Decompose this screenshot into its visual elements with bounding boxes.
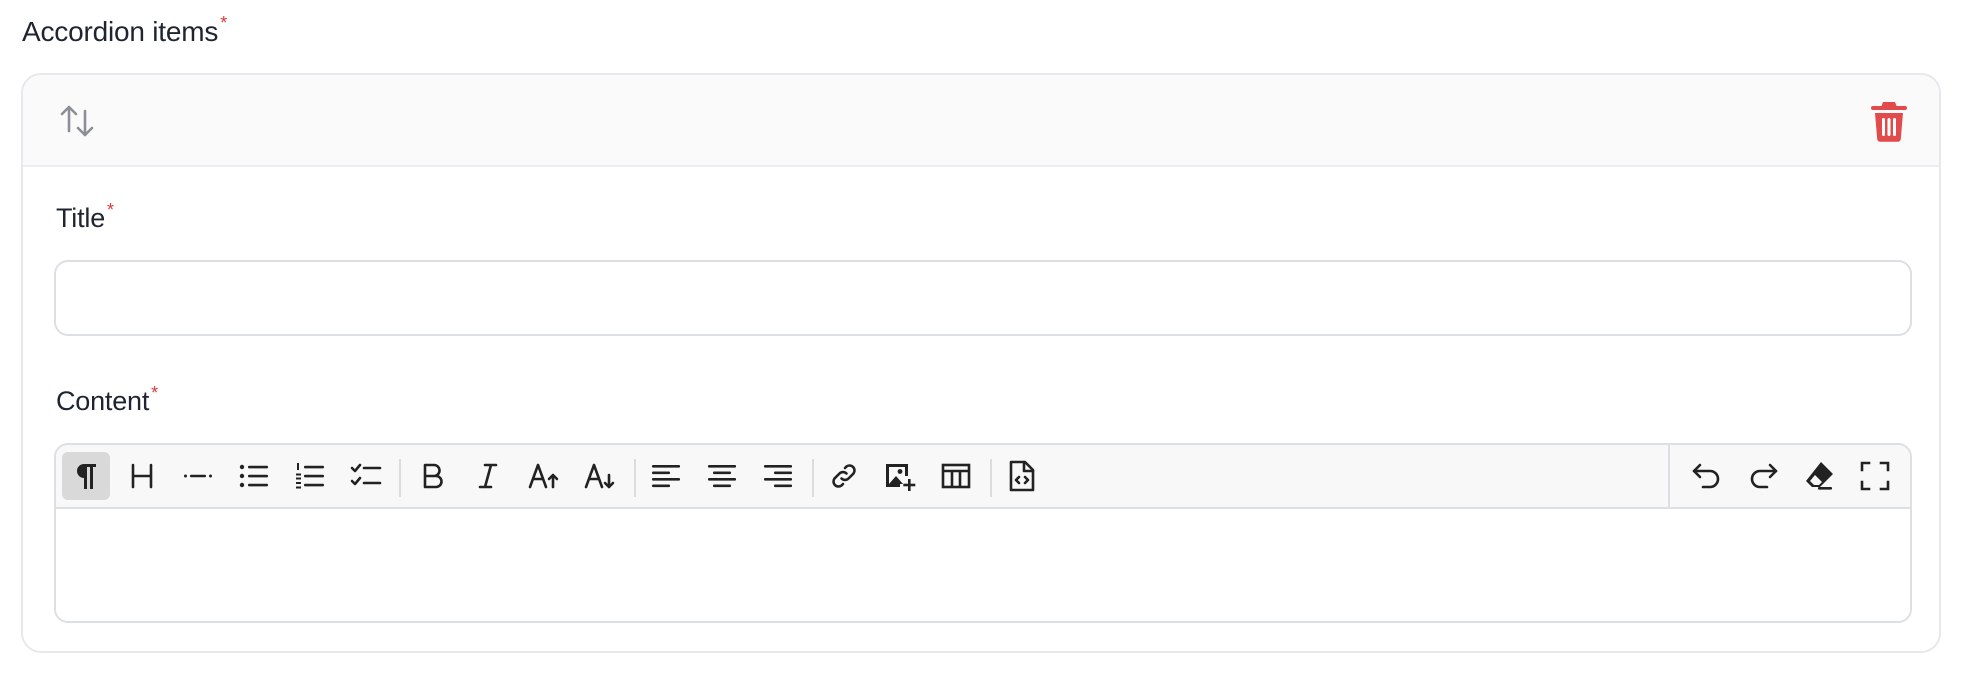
title-input[interactable] xyxy=(54,260,1912,336)
title-field-label: Title * xyxy=(56,200,114,234)
required-asterisk: * xyxy=(220,13,227,33)
bold-icon[interactable] xyxy=(408,452,456,500)
toolbar-separator xyxy=(399,459,401,497)
heading-icon[interactable] xyxy=(118,452,166,500)
required-asterisk: * xyxy=(151,383,158,403)
rich-text-editor xyxy=(54,443,1912,623)
toolbar-group-divider xyxy=(1668,445,1670,507)
accordion-items-label-text: Accordion items xyxy=(22,16,219,47)
bullet-list-icon[interactable] xyxy=(230,452,278,500)
font-size-decrease-icon[interactable] xyxy=(576,452,624,500)
align-left-icon[interactable] xyxy=(642,452,690,500)
italic-icon[interactable] xyxy=(464,452,512,500)
align-right-icon[interactable] xyxy=(754,452,802,500)
source-code-icon[interactable] xyxy=(998,452,1046,500)
fullscreen-icon[interactable] xyxy=(1851,452,1899,500)
clear-format-icon[interactable] xyxy=(1795,452,1843,500)
content-label-text: Content xyxy=(56,386,150,416)
align-center-icon[interactable] xyxy=(698,452,746,500)
ordered-list-icon[interactable] xyxy=(286,452,334,500)
redo-icon[interactable] xyxy=(1739,452,1787,500)
editor-toolbar xyxy=(56,445,1910,509)
arrows-up-down-icon[interactable] xyxy=(57,101,97,141)
accordion-items-label: Accordion items * xyxy=(22,13,227,48)
font-size-increase-icon[interactable] xyxy=(520,452,568,500)
task-list-icon[interactable] xyxy=(342,452,390,500)
horizontal-rule-icon[interactable] xyxy=(174,452,222,500)
paragraph-icon[interactable] xyxy=(62,452,110,500)
required-asterisk: * xyxy=(107,200,114,220)
insert-image-icon[interactable] xyxy=(876,452,924,500)
title-label-text: Title xyxy=(56,203,106,233)
undo-icon[interactable] xyxy=(1683,452,1731,500)
content-field-label: Content * xyxy=(56,383,158,417)
toolbar-separator xyxy=(812,459,814,497)
content-editor-area[interactable] xyxy=(56,509,1910,621)
table-icon[interactable] xyxy=(932,452,980,500)
toolbar-separator xyxy=(990,459,992,497)
accordion-item-header xyxy=(23,75,1939,167)
trash-icon[interactable] xyxy=(1869,99,1909,143)
toolbar-separator xyxy=(634,459,636,497)
accordion-item-card: Title * Content * xyxy=(21,73,1941,653)
link-icon[interactable] xyxy=(820,452,868,500)
